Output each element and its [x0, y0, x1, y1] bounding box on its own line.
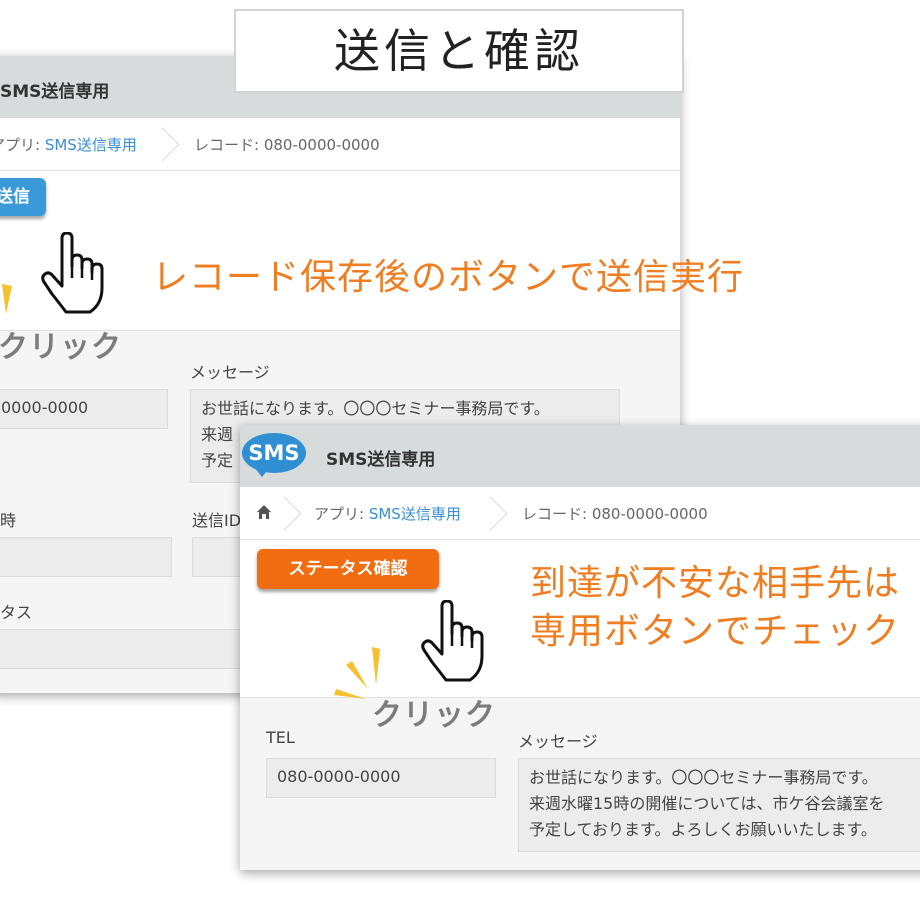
- click-label: クリック: [372, 698, 496, 733]
- tel-field: 0000-0000: [0, 389, 168, 429]
- send-button[interactable]: 送信: [0, 178, 46, 216]
- breadcrumb-record: レコード: 080-0000-0000: [522, 505, 708, 523]
- sms-logo-tail: [254, 467, 270, 477]
- status-check-button[interactable]: ステータス確認: [257, 549, 439, 589]
- status-field: [0, 629, 252, 669]
- breadcrumb-separator: [162, 124, 190, 164]
- click-label: クリック: [0, 330, 122, 365]
- message-field: お世話になります。〇〇〇セミナー事務局です。 来週水曜15時の開催については、市…: [518, 758, 920, 852]
- status-callout: 到達が不安な相手先は 専用ボタンでチェック: [530, 563, 901, 652]
- breadcrumb: アプリ: SMS送信専用 レコード: 080-0000-0000: [240, 487, 920, 540]
- datetime-field: [0, 537, 172, 577]
- page-title: 送信と確認: [234, 9, 684, 93]
- send-callout: レコード保存後のボタンで送信実行: [152, 257, 745, 298]
- sms-logo: SMS: [242, 433, 306, 473]
- app-header: SMS SMS送信専用: [240, 425, 920, 487]
- pointer-hand-icon: [41, 232, 104, 314]
- tel-field: 080-0000-0000: [266, 758, 496, 798]
- pointer-hand-icon: [421, 600, 484, 682]
- breadcrumb-app[interactable]: アプリ: SMS送信専用: [314, 503, 461, 524]
- app-title: SMS送信専用: [0, 82, 110, 102]
- message-label: メッセージ: [518, 732, 598, 751]
- message-label: メッセージ: [190, 363, 270, 382]
- breadcrumb-app-link[interactable]: SMS送信専用: [45, 136, 137, 154]
- record-fields: TEL メッセージ 080-0000-0000 お世話になります。〇〇〇セミナー…: [240, 697, 920, 870]
- spark-icon: [2, 284, 12, 314]
- breadcrumb-separator: [490, 493, 518, 533]
- breadcrumb: アプリ: SMS送信専用 レコード: 080-0000-0000: [0, 118, 680, 171]
- breadcrumb-separator: [284, 493, 312, 533]
- datetime-label: 時: [0, 511, 17, 530]
- breadcrumb-app[interactable]: アプリ: SMS送信専用: [0, 134, 137, 155]
- home-icon[interactable]: [256, 504, 272, 520]
- send-id-label: 送信ID: [192, 511, 242, 530]
- breadcrumb-app-link[interactable]: SMS送信専用: [369, 505, 461, 523]
- tel-label: TEL: [266, 728, 295, 747]
- breadcrumb-record: レコード: 080-0000-0000: [194, 136, 380, 154]
- status-label: タス: [0, 603, 33, 622]
- app-title: SMS送信専用: [326, 450, 436, 470]
